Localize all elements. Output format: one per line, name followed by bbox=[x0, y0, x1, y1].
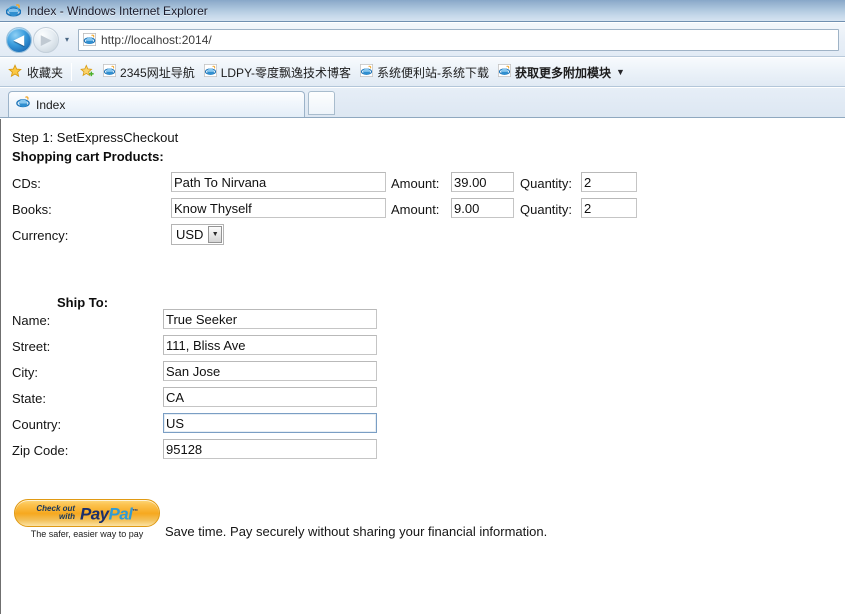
favorites-center-button[interactable]: 收藏夹 bbox=[8, 63, 64, 81]
city-label: City: bbox=[12, 365, 38, 380]
browser-window: Index - Windows Internet Explorer ◀ ▶ ▾ … bbox=[0, 0, 845, 614]
favorites-link-1[interactable]: LDPY-零度飘逸技术博客 bbox=[203, 64, 351, 81]
link-favicon-icon bbox=[203, 64, 217, 80]
favorites-link-label: 获取更多附加模块 bbox=[514, 65, 611, 80]
currency-label: Currency: bbox=[12, 228, 69, 243]
books-quantity-label: Quantity: bbox=[520, 202, 573, 217]
cds-quantity-input[interactable] bbox=[581, 172, 637, 192]
recent-pages-button[interactable]: ▾ bbox=[60, 27, 74, 53]
back-button[interactable]: ◀ bbox=[6, 26, 32, 53]
chevron-down-icon: ▼ bbox=[208, 226, 222, 243]
page-title: Step 1: SetExpressCheckout bbox=[12, 130, 179, 145]
paypal-logo: PayPal™ bbox=[80, 504, 138, 524]
tab-label: Index bbox=[36, 97, 66, 112]
trademark-icon: ™ bbox=[132, 508, 138, 515]
books-quantity-input[interactable] bbox=[581, 198, 637, 218]
books-product-input[interactable] bbox=[171, 198, 386, 218]
paypal-tagline: The safer, easier way to pay bbox=[30, 529, 144, 539]
paypal-with-label: with bbox=[59, 512, 76, 521]
favorites-link-0[interactable]: 2345网址导航 bbox=[103, 64, 195, 81]
paypal-checkout-button[interactable]: Check out with PayPal™ The safer, easier… bbox=[14, 499, 160, 539]
cart-heading: Shopping cart Products: bbox=[12, 149, 164, 164]
address-bar[interactable]: http://localhost:2014/ bbox=[78, 28, 839, 51]
city-input[interactable] bbox=[163, 361, 377, 381]
add-to-favorites-bar-button[interactable] bbox=[80, 63, 94, 81]
favorites-link-3[interactable]: 获取更多附加模块 ▼ bbox=[497, 64, 625, 81]
favorites-link-label: 2345网址导航 bbox=[120, 65, 195, 80]
star-plus-icon bbox=[80, 63, 94, 81]
new-tab-button[interactable] bbox=[308, 91, 335, 115]
paypal-security-note: Save time. Pay securely without sharing … bbox=[165, 524, 548, 539]
country-label: Country: bbox=[12, 417, 62, 432]
currency-selected-value: USD bbox=[176, 227, 204, 242]
window-title: Index - Windows Internet Explorer bbox=[27, 3, 208, 18]
navigation-toolbar: ◀ ▶ ▾ http://localhost:2014/ bbox=[0, 23, 845, 57]
toolbar-divider bbox=[71, 63, 73, 81]
chevron-down-icon: ▼ bbox=[615, 67, 625, 77]
cds-amount-input[interactable] bbox=[451, 172, 514, 192]
paypal-logo-pay: Pay bbox=[80, 504, 109, 524]
forward-button[interactable]: ▶ bbox=[33, 26, 59, 53]
books-label: Books: bbox=[12, 202, 52, 217]
link-favicon-icon bbox=[359, 64, 373, 80]
ie-logo-icon bbox=[5, 3, 22, 18]
books-amount-label: Amount: bbox=[391, 202, 440, 217]
star-icon bbox=[8, 63, 22, 81]
street-label: Street: bbox=[12, 339, 51, 354]
link-favicon-icon bbox=[103, 64, 117, 80]
address-text: http://localhost:2014/ bbox=[101, 32, 212, 47]
link-favicon-icon bbox=[497, 64, 511, 80]
favorites-link-label: 系统便利站-系统下载 bbox=[376, 65, 489, 80]
country-input[interactable] bbox=[163, 413, 377, 433]
page-favicon-icon bbox=[83, 33, 96, 46]
cds-quantity-label: Quantity: bbox=[520, 176, 573, 191]
chevron-down-icon: ▾ bbox=[64, 35, 69, 44]
tab-index[interactable]: Index bbox=[8, 91, 305, 117]
paypal-logo-pal: Pal bbox=[108, 504, 133, 524]
paypal-button-face: Check out with PayPal™ bbox=[14, 499, 160, 527]
books-amount-input[interactable] bbox=[451, 198, 514, 218]
paypal-checkout-text: Check out with bbox=[36, 505, 75, 521]
favorites-link-2[interactable]: 系统便利站-系统下载 bbox=[359, 64, 489, 81]
page-content: Step 1: SetExpressCheckout Shopping cart… bbox=[0, 119, 845, 614]
shipto-heading: Ship To: bbox=[57, 295, 109, 310]
name-input[interactable] bbox=[163, 309, 377, 329]
cds-product-input[interactable] bbox=[171, 172, 386, 192]
favorites-bar: 收藏夹 2345网址导航 LDPY-零度飘逸技术博客 系统便利站-系统下载 获取… bbox=[0, 58, 845, 87]
name-label: Name: bbox=[12, 313, 51, 328]
state-input[interactable] bbox=[163, 387, 377, 407]
favorites-link-label: LDPY-零度飘逸技术博客 bbox=[220, 65, 351, 80]
cds-amount-label: Amount: bbox=[391, 176, 440, 191]
forward-arrow-icon: ▶ bbox=[41, 32, 51, 47]
currency-select[interactable]: USD ▼ bbox=[171, 224, 224, 245]
back-arrow-icon: ◀ bbox=[14, 32, 24, 47]
cds-label: CDs: bbox=[12, 176, 41, 191]
tab-favicon-icon bbox=[16, 95, 30, 114]
street-input[interactable] bbox=[163, 335, 377, 355]
zip-code-input[interactable] bbox=[163, 439, 377, 459]
title-bar: Index - Windows Internet Explorer bbox=[0, 0, 845, 22]
zip-code-label: Zip Code: bbox=[12, 443, 69, 458]
tab-strip: Index bbox=[0, 88, 845, 118]
favorites-label: 收藏夹 bbox=[27, 65, 64, 80]
state-label: State: bbox=[12, 391, 46, 406]
